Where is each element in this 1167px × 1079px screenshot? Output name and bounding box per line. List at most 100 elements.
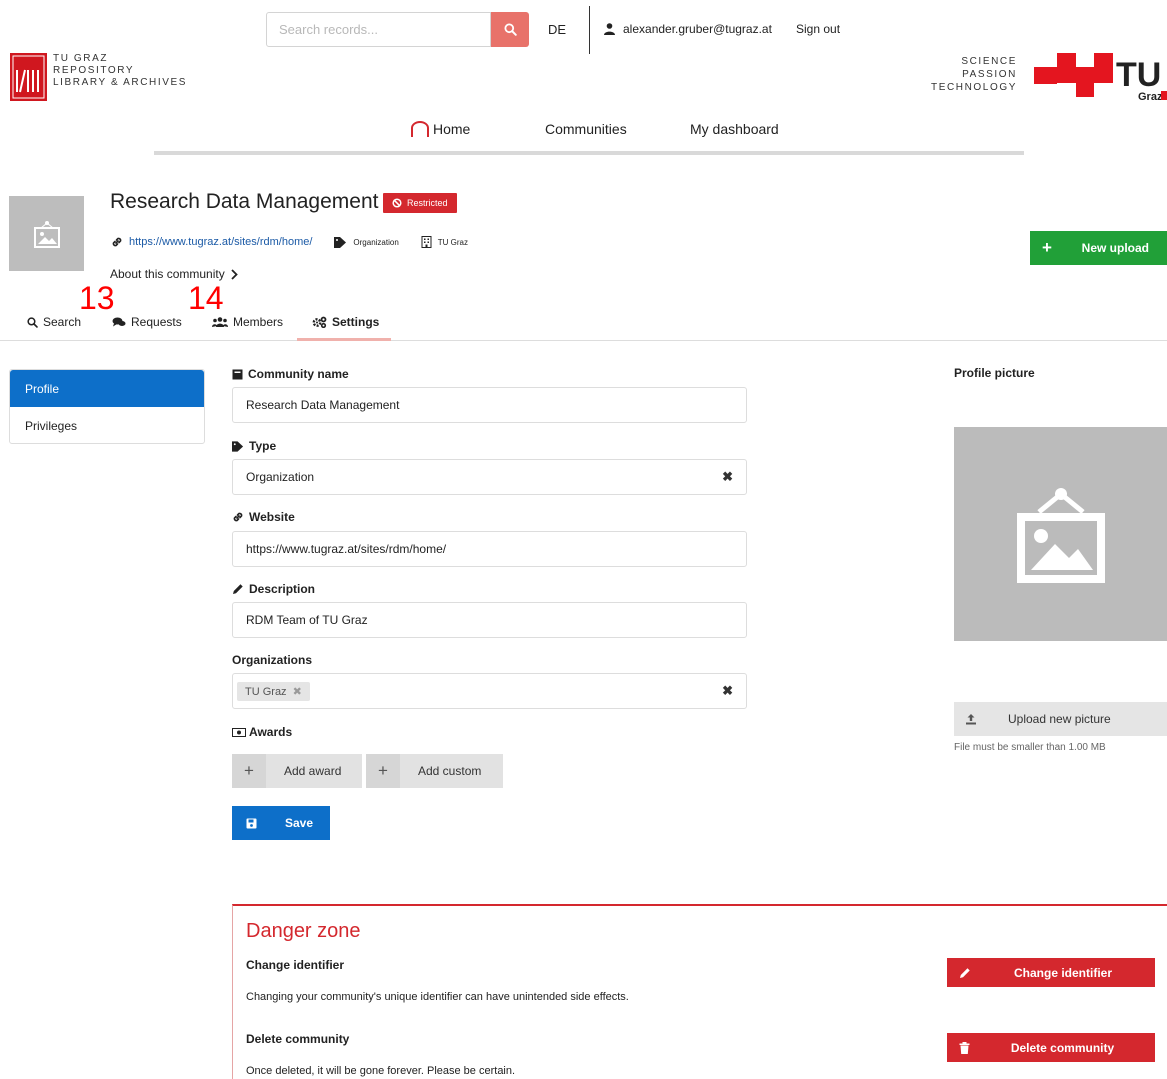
tab-settings[interactable]: Settings — [312, 315, 379, 329]
tab-requests-label: Requests — [131, 315, 182, 329]
tag-icon — [232, 440, 244, 452]
divider — [589, 6, 590, 54]
new-upload-label: New upload — [1081, 241, 1149, 255]
building-icon — [421, 236, 432, 248]
danger-zone-title: Danger zone — [246, 920, 361, 942]
chevron-right-icon — [231, 268, 238, 280]
change-identifier-title: Change identifier — [246, 958, 345, 972]
search-button[interactable] — [491, 12, 529, 47]
organizations-label: Organizations — [232, 653, 313, 667]
users-icon — [212, 317, 228, 327]
upload-size-hint: File must be smaller than 1.00 MB — [954, 742, 1106, 753]
ban-icon — [392, 198, 402, 208]
plus-icon: + — [1042, 238, 1052, 257]
user-email: alexander.gruber@tugraz.at — [623, 22, 772, 36]
user-menu[interactable]: alexander.gruber@tugraz.at — [604, 22, 772, 36]
upload-icon — [954, 702, 988, 736]
about-community-label: About this community — [110, 267, 225, 281]
restricted-badge: Restricted — [383, 193, 457, 213]
community-website-link[interactable]: https://www.tugraz.at/sites/rdm/home/ — [129, 236, 312, 248]
nav-dashboard[interactable]: My dashboard — [690, 121, 779, 137]
upload-picture-button[interactable]: Upload new picture — [954, 702, 1167, 736]
change-identifier-button[interactable]: Change identifier — [947, 958, 1155, 987]
description-field[interactable]: RDM Team of TU Graz — [232, 602, 747, 638]
restricted-badge-label: Restricted — [407, 198, 448, 208]
nav-home-label: Home — [433, 121, 471, 137]
profile-picture-placeholder — [954, 427, 1167, 641]
floppy-icon — [246, 818, 257, 829]
awards-label: Awards — [232, 725, 292, 739]
clear-icon[interactable]: ✖ — [722, 683, 733, 699]
tab-members-label: Members — [233, 315, 284, 329]
comments-icon — [112, 317, 126, 328]
description-label: Description — [232, 582, 315, 596]
link-icon — [232, 511, 244, 523]
save-button[interactable]: Save — [232, 806, 330, 840]
tab-search-label: Search — [43, 315, 82, 329]
settings-side-menu: Profile Privileges — [9, 369, 205, 444]
tab-settings-label: Settings — [332, 315, 380, 329]
website-field[interactable]: https://www.tugraz.at/sites/rdm/home/ — [232, 531, 747, 567]
community-avatar — [9, 196, 84, 271]
new-upload-button[interactable]: + New upload — [1030, 231, 1167, 265]
nav-communities[interactable]: Communities — [545, 121, 627, 137]
sign-out-link[interactable]: Sign out — [796, 22, 840, 36]
trash-icon — [959, 1041, 970, 1054]
search-input[interactable] — [266, 12, 491, 47]
community-type: Organization — [353, 237, 399, 247]
type-select[interactable]: Organization ✖ — [232, 459, 747, 495]
community-title: Research Data Management — [110, 190, 379, 213]
link-icon — [111, 236, 123, 248]
community-name-field[interactable]: Research Data Management — [232, 387, 747, 423]
side-menu-profile[interactable]: Profile — [10, 370, 204, 407]
delete-community-description: Once deleted, it will be gone forever. P… — [246, 1065, 516, 1077]
type-label: Type — [232, 439, 276, 453]
svg-text:TU: TU — [1116, 56, 1161, 94]
community-meta: https://www.tugraz.at/sites/rdm/home/ Or… — [111, 236, 468, 248]
profile-picture-label: Profile picture — [954, 366, 1035, 380]
nav-divider — [154, 151, 1024, 155]
search-icon — [503, 23, 517, 36]
tab-members[interactable]: Members — [212, 315, 283, 329]
plus-icon: + — [366, 754, 400, 788]
book-icon — [232, 369, 243, 380]
pencil-icon — [959, 967, 971, 979]
side-menu-privileges[interactable]: Privileges — [10, 407, 204, 443]
plus-icon: + — [232, 754, 266, 788]
active-tab-indicator — [297, 338, 391, 341]
repository-logo-text: TU GRAZ REPOSITORY LIBRARY & ARCHIVES — [53, 53, 188, 88]
tag-icon — [334, 236, 347, 248]
remove-chip-icon[interactable]: ✖ — [293, 686, 302, 698]
add-custom-button[interactable]: + Add custom — [366, 754, 503, 788]
website-label: Website — [232, 510, 295, 524]
annotation-14: 14 — [188, 280, 224, 316]
user-icon — [604, 23, 615, 35]
organization-chip[interactable]: TU Graz ✖ — [237, 681, 310, 701]
repository-logo[interactable]: TU GRAZ REPOSITORY LIBRARY & ARCHIVES — [10, 53, 187, 101]
home-icon — [410, 121, 430, 137]
pencil-icon — [232, 583, 244, 595]
about-community-link[interactable]: About this community — [110, 267, 238, 281]
annotation-13: 13 — [79, 280, 115, 316]
community-name-label: Community name — [232, 367, 349, 381]
delete-community-title: Delete community — [246, 1032, 350, 1046]
repository-logo-mark — [10, 53, 47, 101]
add-award-button[interactable]: + Add award — [232, 754, 362, 788]
organizations-field[interactable]: TU Graz ✖ ✖ — [232, 673, 747, 709]
language-switch[interactable]: DE — [548, 22, 566, 37]
image-placeholder-icon — [1011, 484, 1111, 584]
delete-community-button[interactable]: Delete community — [947, 1033, 1155, 1062]
tab-requests[interactable]: Requests — [112, 315, 182, 329]
svg-text:Graz: Graz — [1138, 91, 1163, 103]
clear-icon[interactable]: ✖ — [722, 469, 733, 485]
search-icon — [27, 316, 38, 328]
cogs-icon — [312, 316, 327, 328]
nav-home[interactable]: Home — [410, 121, 470, 137]
change-identifier-description: Changing your community's unique identif… — [246, 991, 629, 1003]
tugraz-logo[interactable]: TU Graz — [1034, 53, 1167, 103]
tab-search[interactable]: Search — [27, 315, 81, 329]
tabs-divider — [0, 340, 1167, 341]
money-icon — [232, 727, 246, 737]
community-org: TU Graz — [437, 237, 468, 247]
tugraz-slogan: SCIENCE PASSION TECHNOLOGY — [930, 56, 1017, 93]
